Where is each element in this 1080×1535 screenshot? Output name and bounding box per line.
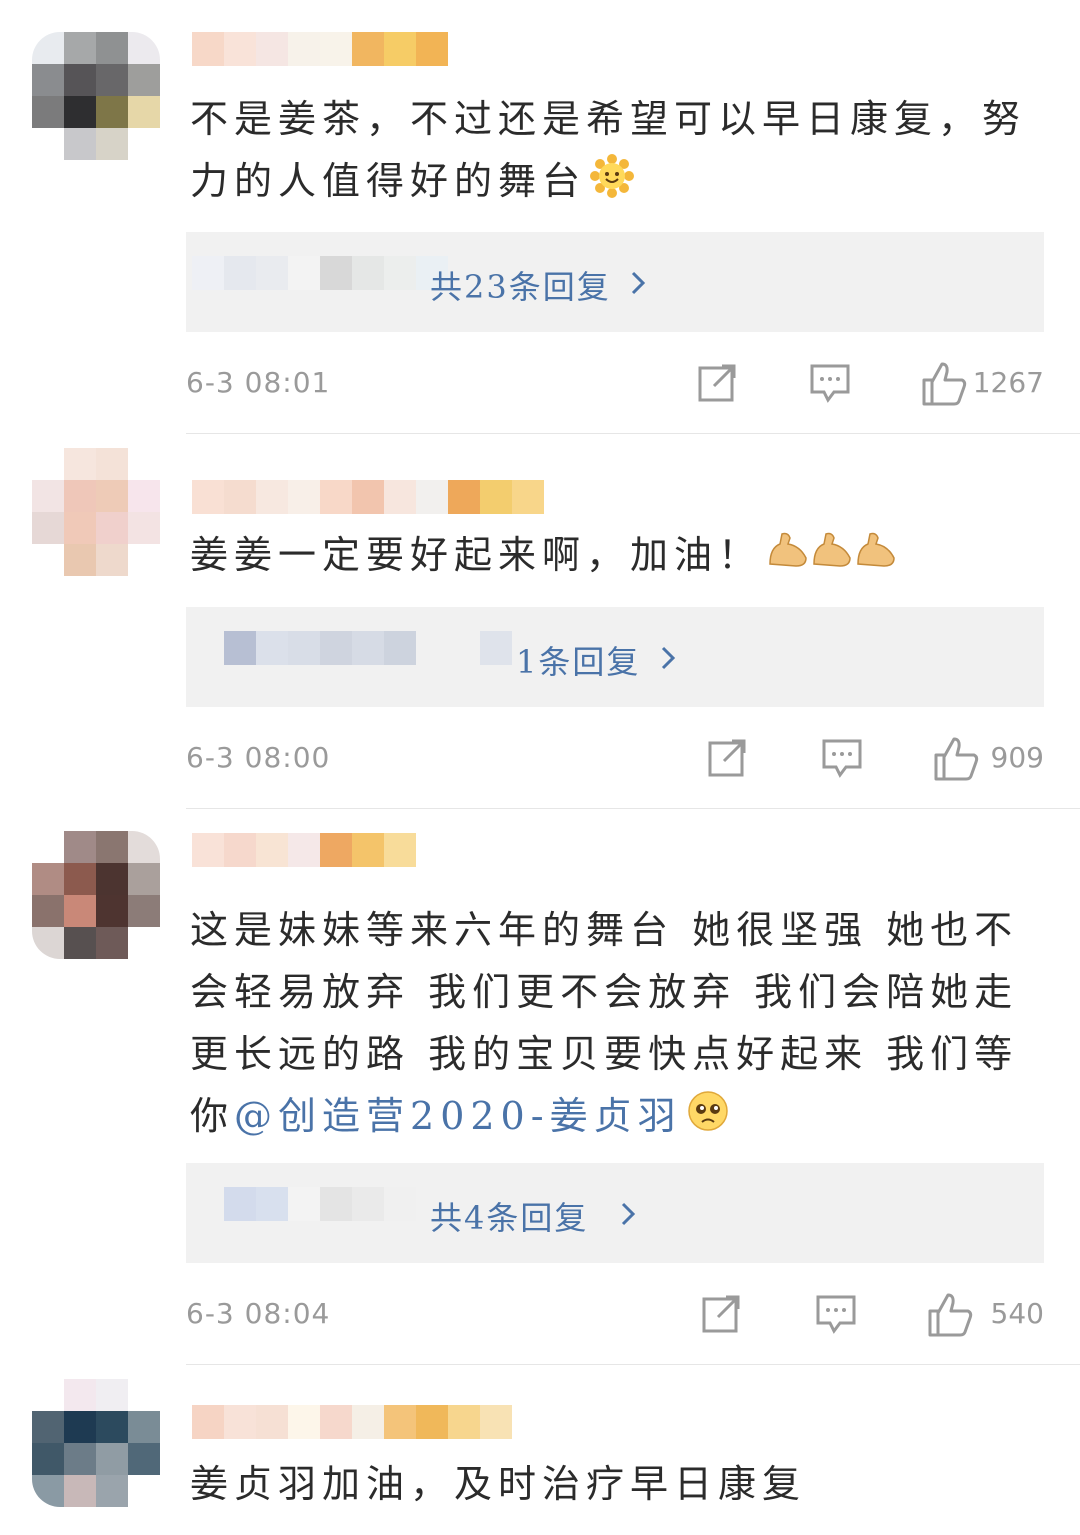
avatar[interactable] <box>32 32 160 160</box>
comment-text: 姜姜一定要好起来啊，加油！ <box>190 524 1050 590</box>
reply-summary-box[interactable]: 共23条回复 <box>186 232 1044 332</box>
comment-item: 姜姜一定要好起来啊，加油！ 1条回复 6-3 08:00 909 <box>0 434 1080 809</box>
share-icon[interactable] <box>696 360 740 404</box>
timestamp: 6-3 08:01 <box>186 366 331 399</box>
chevron-right-icon <box>661 646 676 670</box>
share-icon[interactable] <box>706 735 750 779</box>
comment-text: 这是妹妹等来六年的舞台 她很坚强 她也不会轻易放弃 我们更不会放弃 我们会陪她走… <box>190 899 1050 1151</box>
chevron-right-icon <box>621 1202 636 1226</box>
thumbs-up-icon[interactable] <box>932 735 980 783</box>
reply-preview-blur <box>224 1187 416 1221</box>
comment-meta: 6-3 08:04 540 <box>186 1291 1044 1341</box>
reply-summary-box[interactable]: 1条回复 <box>186 607 1044 707</box>
comment-meta: 6-3 08:01 1267 <box>186 360 1044 410</box>
reply-count-link[interactable]: 共4条回复 <box>430 1193 588 1239</box>
mention-link[interactable]: @创造营2020-姜贞羽 <box>234 1094 682 1138</box>
thumbs-up-icon[interactable] <box>926 1291 974 1339</box>
comment-item: 姜贞羽加油，及时治疗早日康复 <box>0 1365 1080 1535</box>
flexed-biceps-icon <box>766 528 898 590</box>
reply-count-link[interactable]: 1条回复 <box>516 637 640 683</box>
username[interactable] <box>192 32 480 66</box>
comment-meta: 6-3 08:00 909 <box>186 735 1044 785</box>
reply-summary-box[interactable]: 共4条回复 <box>186 1163 1044 1263</box>
comment-item: 不是姜茶，不过还是希望可以早日康复，努力的人值得好的舞台 共23条回复 6-3 … <box>0 0 1080 434</box>
avatar[interactable] <box>32 448 160 576</box>
pleading-face-icon <box>686 1089 730 1151</box>
chevron-right-icon <box>631 271 646 295</box>
like-count: 1267 <box>972 366 1044 399</box>
comment-text: 姜贞羽加油，及时治疗早日康复 <box>190 1462 807 1506</box>
comment-item: 这是妹妹等来六年的舞台 她很坚强 她也不会轻易放弃 我们更不会放弃 我们会陪她走… <box>0 809 1080 1365</box>
like-count: 540 <box>990 1297 1044 1330</box>
comment-text: 不是姜茶，不过还是希望可以早日康复，努力的人值得好的舞台 <box>190 88 1050 216</box>
reply-count-link[interactable]: 共23条回复 <box>430 262 611 308</box>
comment-icon[interactable] <box>808 360 852 404</box>
reply-preview-blur <box>480 631 512 665</box>
like-count: 909 <box>990 741 1044 774</box>
sun-smile-icon <box>590 153 635 216</box>
reply-preview-blur <box>224 631 416 665</box>
timestamp: 6-3 08:00 <box>186 741 331 774</box>
avatar[interactable] <box>32 1379 160 1507</box>
username[interactable] <box>192 480 608 514</box>
timestamp: 6-3 08:04 <box>186 1297 331 1330</box>
comment-icon[interactable] <box>814 1291 858 1335</box>
reply-preview-blur <box>192 256 448 290</box>
share-icon[interactable] <box>700 1291 744 1335</box>
username[interactable] <box>192 1405 512 1439</box>
comment-icon[interactable] <box>820 735 864 779</box>
thumbs-up-icon[interactable] <box>920 360 968 408</box>
avatar[interactable] <box>32 831 160 959</box>
username[interactable] <box>192 833 416 867</box>
